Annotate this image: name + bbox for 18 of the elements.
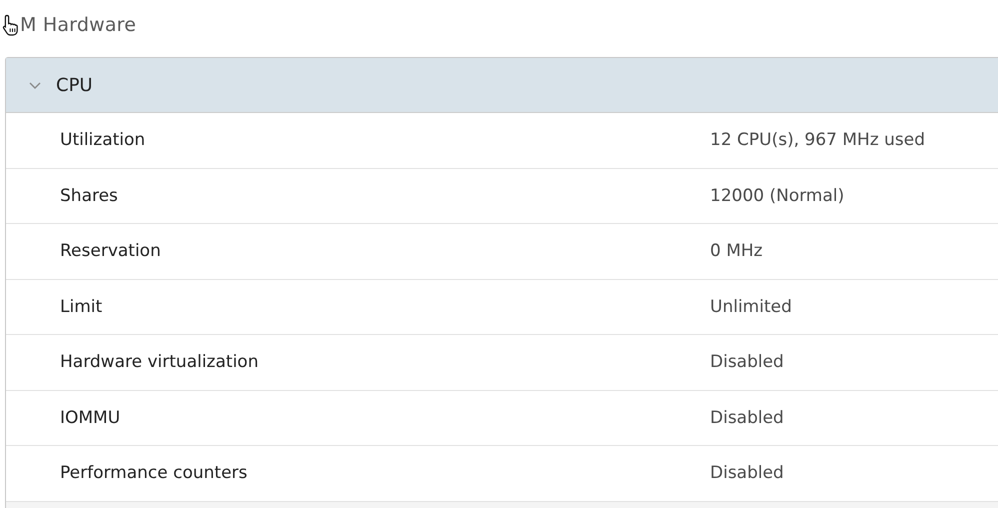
cpu-group-header[interactable]: CPU bbox=[6, 58, 998, 113]
property-value: Unlimited bbox=[710, 296, 792, 317]
property-label: Utilization bbox=[60, 130, 146, 150]
property-label: Performance counters bbox=[60, 463, 248, 484]
property-value: 0 MHz bbox=[710, 241, 763, 262]
section-title: M Hardware bbox=[20, 14, 136, 36]
property-value: 12000 (Normal) bbox=[710, 186, 844, 206]
property-value: Disabled bbox=[710, 463, 784, 484]
group-label: CPU bbox=[56, 74, 93, 96]
property-label: Limit bbox=[60, 296, 104, 317]
chevron-icon[interactable] bbox=[28, 80, 42, 90]
property-label: Hardware virtualization bbox=[60, 352, 260, 372]
property-label: IOMMU bbox=[60, 408, 122, 428]
property-value: Disabled bbox=[710, 352, 784, 372]
property-label: Shares bbox=[60, 186, 119, 206]
property-value: Disabled bbox=[710, 408, 784, 428]
property-label: Reservation bbox=[60, 241, 162, 262]
property-value: 12 CPU(s), 967 MHz used bbox=[710, 130, 926, 150]
